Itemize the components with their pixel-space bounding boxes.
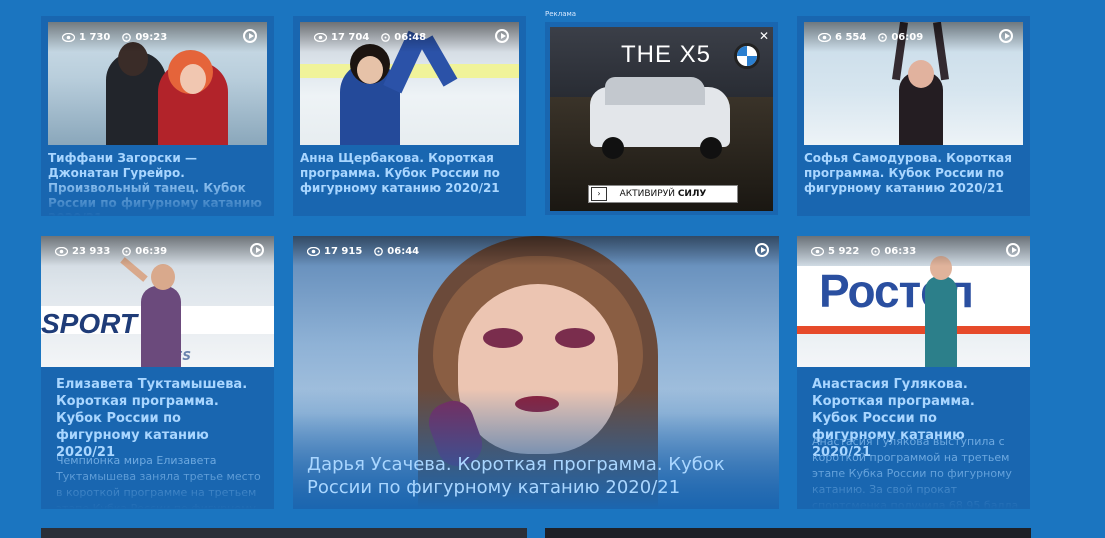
duration: 06:39 bbox=[135, 245, 168, 257]
video-meta: 6 554 06:09 bbox=[804, 22, 1023, 52]
eye-icon bbox=[811, 246, 824, 256]
ad-image[interactable]: THE X5 ✕ › АКТИВИРУЙ СИЛУ bbox=[550, 27, 773, 211]
clock-icon bbox=[871, 246, 881, 256]
video-meta: 17 704 06:48 bbox=[300, 22, 519, 52]
text-fade bbox=[41, 469, 274, 509]
views-count: 6 554 bbox=[835, 31, 867, 43]
views-count: 17 915 bbox=[324, 245, 363, 257]
clock-icon bbox=[122, 246, 132, 256]
play-icon[interactable] bbox=[1006, 243, 1020, 257]
video-thumbnail[interactable]: 17 704 06:48 bbox=[300, 22, 519, 145]
video-title[interactable]: Анна Щербакова. Короткая программа. Кубо… bbox=[300, 151, 518, 196]
video-meta: 23 933 06:39 bbox=[41, 236, 274, 266]
video-card[interactable]: 6 554 06:09 Софья Самодурова. Короткая п… bbox=[797, 16, 1030, 216]
play-icon[interactable] bbox=[250, 243, 264, 257]
ad-cta-text: АКТИВИРУЙ bbox=[619, 189, 675, 199]
video-card[interactable]: 1 730 09:23 Тиффани Загорски — Джонатан … bbox=[41, 16, 274, 216]
play-icon[interactable] bbox=[243, 29, 257, 43]
views-count: 1 730 bbox=[79, 31, 111, 43]
video-card-partial[interactable] bbox=[545, 528, 1031, 538]
video-thumbnail[interactable]: Ростел 5 922 06:33 bbox=[797, 236, 1030, 367]
arrow-right-icon: › bbox=[591, 187, 607, 201]
eye-icon bbox=[55, 246, 68, 256]
ad-banner[interactable]: THE X5 ✕ › АКТИВИРУЙ СИЛУ bbox=[545, 22, 778, 215]
play-icon[interactable] bbox=[495, 29, 509, 43]
clock-icon bbox=[381, 32, 391, 42]
duration: 06:33 bbox=[884, 245, 917, 257]
video-card[interactable]: SPORT TES 23 933 06:39 Елизавета Туктамы… bbox=[41, 236, 274, 509]
video-meta: 1 730 09:23 bbox=[48, 22, 267, 52]
duration: 06:44 bbox=[387, 245, 420, 257]
clock-icon bbox=[122, 32, 132, 42]
eye-icon bbox=[307, 246, 320, 256]
views-count: 23 933 bbox=[72, 245, 111, 257]
video-title[interactable]: Софья Самодурова. Короткая программа. Ку… bbox=[804, 151, 1022, 196]
video-thumbnail[interactable]: 1 730 09:23 bbox=[48, 22, 267, 145]
video-card[interactable]: Ростел 5 922 06:33 Анастасия Гулякова. К… bbox=[797, 236, 1030, 509]
duration: 06:09 bbox=[891, 31, 924, 43]
text-fade bbox=[797, 469, 1030, 509]
duration: 09:23 bbox=[135, 31, 168, 43]
sponsor-banner: SPORT bbox=[41, 308, 137, 339]
clock-icon bbox=[878, 32, 888, 42]
video-card[interactable]: 17 704 06:48 Анна Щербакова. Короткая пр… bbox=[293, 16, 526, 216]
video-title[interactable]: Дарья Усачева. Короткая программа. Кубок… bbox=[307, 453, 759, 499]
close-icon[interactable]: ✕ bbox=[759, 29, 769, 43]
text-fade bbox=[41, 176, 274, 216]
clock-icon bbox=[374, 246, 384, 256]
views-count: 17 704 bbox=[331, 31, 370, 43]
video-meta: 5 922 06:33 bbox=[797, 236, 1030, 266]
eye-icon bbox=[818, 32, 831, 42]
video-thumbnail[interactable]: SPORT TES 23 933 06:39 bbox=[41, 236, 274, 367]
video-card-partial[interactable] bbox=[41, 528, 527, 538]
video-title[interactable]: Елизавета Туктамышева. Короткая программ… bbox=[56, 376, 266, 461]
duration: 06:48 bbox=[394, 31, 427, 43]
ad-headline: THE X5 bbox=[621, 41, 712, 68]
eye-icon bbox=[314, 32, 327, 42]
play-icon[interactable] bbox=[755, 243, 769, 257]
views-count: 5 922 bbox=[828, 245, 860, 257]
video-thumbnail[interactable]: 6 554 06:09 bbox=[804, 22, 1023, 145]
video-meta: 17 915 06:44 bbox=[293, 236, 779, 266]
video-card-featured[interactable]: 17 915 06:44 Дарья Усачева. Короткая про… bbox=[293, 236, 779, 509]
ad-label: Реклама bbox=[545, 10, 577, 18]
eye-icon bbox=[62, 32, 75, 42]
bmw-logo-icon bbox=[734, 43, 760, 69]
ad-cta-button[interactable]: › АКТИВИРУЙ СИЛУ bbox=[588, 185, 738, 203]
play-icon[interactable] bbox=[999, 29, 1013, 43]
ad-cta-bold: СИЛУ bbox=[677, 189, 707, 199]
